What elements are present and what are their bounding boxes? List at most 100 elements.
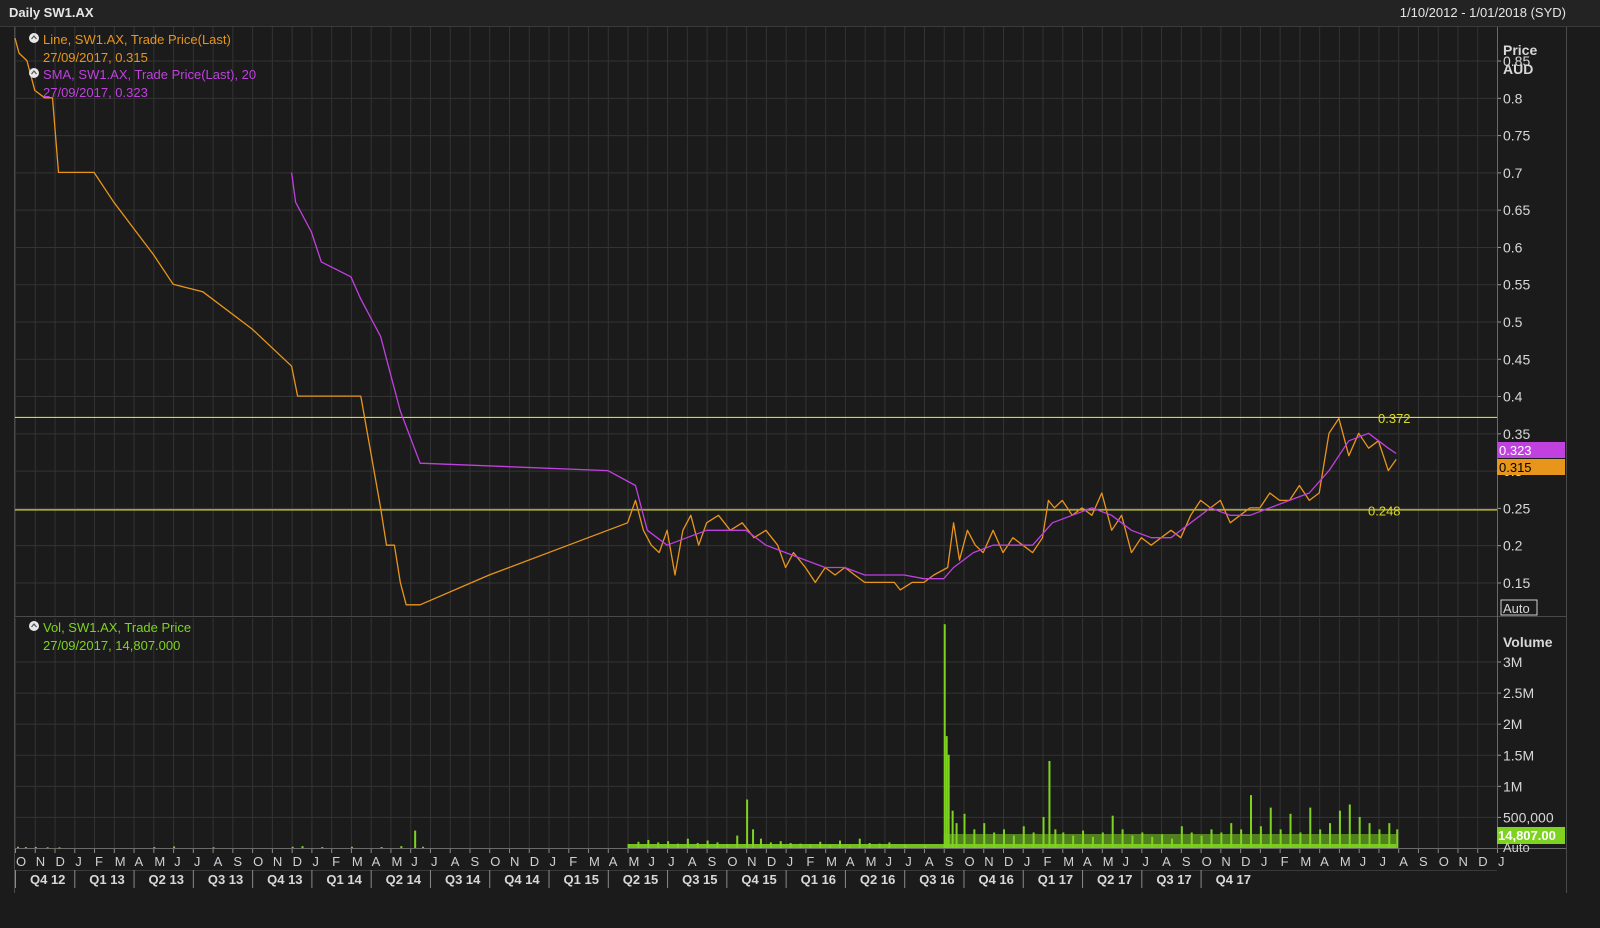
volume-bar bbox=[212, 847, 215, 849]
month-label: A bbox=[846, 854, 855, 869]
month-label: D bbox=[56, 854, 65, 869]
volume-bar bbox=[301, 846, 304, 848]
month-label: J bbox=[905, 854, 912, 869]
volume-bar bbox=[943, 624, 946, 848]
month-label: M bbox=[866, 854, 877, 869]
volume-legend-title: Vol, SW1.AX, Trade Price bbox=[43, 620, 191, 635]
month-label: J bbox=[1024, 854, 1031, 869]
volume-bar bbox=[46, 847, 49, 849]
month-label: O bbox=[964, 854, 974, 869]
volume-bar bbox=[173, 846, 176, 848]
quarter-label: Q1 17 bbox=[1038, 872, 1073, 887]
volume-dense-band bbox=[943, 834, 1397, 848]
month-label: O bbox=[490, 854, 500, 869]
sma-legend-toggle-icon bbox=[29, 68, 39, 78]
quarter-label: Q3 16 bbox=[919, 872, 954, 887]
volume-bar bbox=[16, 846, 19, 848]
quarter-label: Q1 13 bbox=[89, 872, 124, 887]
quarter-label: Q2 14 bbox=[386, 872, 422, 887]
month-label: A bbox=[1083, 854, 1092, 869]
month-label: F bbox=[1044, 854, 1052, 869]
month-label: J bbox=[431, 854, 438, 869]
sma-legend-value: 27/09/2017, 0.323 bbox=[43, 85, 148, 100]
month-label: A bbox=[372, 854, 381, 869]
reference-label-high: 0.372 bbox=[1378, 411, 1411, 426]
month-label: J bbox=[75, 854, 82, 869]
volume-bar bbox=[291, 846, 294, 848]
quarter-label: Q3 14 bbox=[445, 872, 481, 887]
sma-legend-title: SMA, SW1.AX, Trade Price(Last), 20 bbox=[43, 67, 256, 82]
month-label: A bbox=[214, 854, 223, 869]
volume-bar bbox=[380, 847, 383, 849]
quarter-label: Q3 17 bbox=[1156, 872, 1191, 887]
quarter-label: Q1 16 bbox=[801, 872, 836, 887]
price-legend-title: Line, SW1.AX, Trade Price(Last) bbox=[43, 32, 231, 47]
quarter-label: Q3 13 bbox=[208, 872, 243, 887]
month-label: A bbox=[609, 854, 618, 869]
quarter-label: Q4 17 bbox=[1216, 872, 1251, 887]
month-label: N bbox=[1221, 854, 1230, 869]
month-label: M bbox=[154, 854, 165, 869]
month-label: J bbox=[648, 854, 655, 869]
price-ytick-label: 0.8 bbox=[1503, 90, 1523, 106]
month-label: J bbox=[668, 854, 675, 869]
price-ytick-label: 0.35 bbox=[1503, 426, 1530, 442]
month-label: J bbox=[174, 854, 181, 869]
month-label: F bbox=[806, 854, 814, 869]
volume-ytick-label: 2M bbox=[1503, 716, 1522, 732]
month-label: O bbox=[1202, 854, 1212, 869]
month-label: D bbox=[1478, 854, 1487, 869]
quarter-label: Q2 13 bbox=[149, 872, 184, 887]
month-label: S bbox=[470, 854, 479, 869]
price-ytick-label: 0.7 bbox=[1503, 165, 1523, 181]
month-label: M bbox=[589, 854, 600, 869]
price-ytick-label: 0.45 bbox=[1503, 351, 1530, 367]
volume-bar bbox=[1396, 829, 1399, 848]
month-label: N bbox=[1458, 854, 1467, 869]
month-label: S bbox=[1182, 854, 1191, 869]
month-label: A bbox=[1320, 854, 1329, 869]
month-label: J bbox=[885, 854, 892, 869]
quarter-label: Q2 15 bbox=[623, 872, 658, 887]
month-label: A bbox=[688, 854, 697, 869]
month-label: F bbox=[1281, 854, 1289, 869]
month-label: M bbox=[826, 854, 837, 869]
volume-auto-label: Auto bbox=[1503, 840, 1530, 855]
price-last-tag-label: 0.315 bbox=[1499, 460, 1532, 475]
month-label: S bbox=[708, 854, 717, 869]
volume-bar bbox=[321, 847, 324, 849]
chart-canvas[interactable]: 0.150.20.250.30.350.40.450.50.550.60.650… bbox=[0, 0, 1600, 928]
volume-bar bbox=[400, 846, 403, 848]
month-label: J bbox=[1498, 854, 1505, 869]
quarter-label: Q2 17 bbox=[1097, 872, 1132, 887]
month-label: M bbox=[115, 854, 126, 869]
month-label: O bbox=[253, 854, 263, 869]
month-label: N bbox=[984, 854, 993, 869]
quarter-label: Q4 13 bbox=[267, 872, 302, 887]
price-ytick-label: 0.4 bbox=[1503, 389, 1523, 405]
month-label: J bbox=[550, 854, 557, 869]
price-ytick-label: 0.65 bbox=[1503, 202, 1530, 218]
volume-panel bbox=[15, 618, 1497, 848]
month-label: F bbox=[332, 854, 340, 869]
quarter-label: Q1 14 bbox=[326, 872, 362, 887]
month-label: M bbox=[629, 854, 640, 869]
month-label: J bbox=[1360, 854, 1367, 869]
month-label: S bbox=[945, 854, 954, 869]
month-label: J bbox=[1142, 854, 1149, 869]
volume-ytick-label: 1.5M bbox=[1503, 747, 1534, 763]
price-ytick-label: 0.15 bbox=[1503, 575, 1530, 591]
month-label: J bbox=[194, 854, 201, 869]
volume-bar bbox=[350, 846, 353, 848]
price-auto-label: Auto bbox=[1503, 601, 1530, 616]
quarter-label: Q2 16 bbox=[860, 872, 895, 887]
volume-ytick-label: 1M bbox=[1503, 778, 1522, 794]
month-label: S bbox=[1419, 854, 1428, 869]
month-label: M bbox=[1103, 854, 1114, 869]
volume-bar bbox=[153, 847, 156, 849]
price-ytick-label: 0.5 bbox=[1503, 314, 1523, 330]
quarter-label: Q4 16 bbox=[978, 872, 1013, 887]
month-label: O bbox=[727, 854, 737, 869]
month-label: O bbox=[16, 854, 26, 869]
month-label: N bbox=[36, 854, 45, 869]
